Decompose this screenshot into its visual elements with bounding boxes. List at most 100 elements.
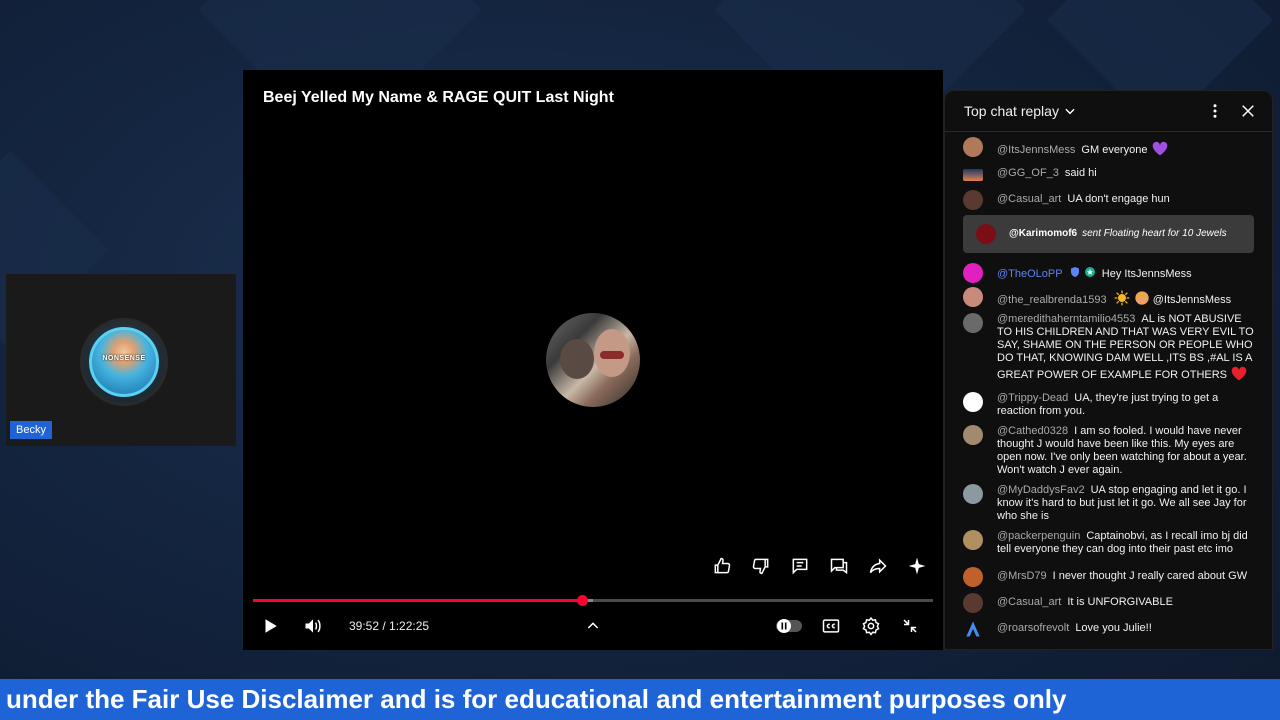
avatar[interactable] — [963, 313, 983, 333]
captions-icon[interactable] — [820, 612, 842, 640]
chat-text: I never thought J really cared about GW — [1052, 570, 1248, 582]
chat-text: said hi — [1064, 167, 1097, 179]
avatar[interactable] — [963, 137, 983, 157]
face-emoji-icon — [1134, 290, 1150, 310]
video-artwork — [546, 313, 640, 407]
chat-message: @roarsofrevolt Love you Julie!! — [963, 619, 1254, 639]
gift-text: @Karimomof6 sent Floating heart for 10 Je… — [1009, 228, 1227, 239]
chat-text: Love you Julie!! — [1075, 622, 1152, 634]
floating-heart-icon — [976, 224, 996, 244]
chat-message: @Casual_art UA don't engage hun — [963, 190, 1254, 210]
current-time: 39:52 — [349, 619, 380, 633]
exit-fullscreen-icon[interactable] — [899, 612, 921, 640]
disclaimer-banner: under the Fair Use Disclaimer and is for… — [0, 679, 1280, 720]
avatar[interactable] — [963, 567, 983, 587]
chat-message: @GG_OF_3 said hi — [963, 165, 1254, 181]
chat-message: @packerpenguin Captainobvi, as I recall i… — [963, 530, 1254, 556]
avatar-logo-text: NONSENSE — [102, 355, 146, 362]
chat-author[interactable]: @TheOLoPP — [997, 268, 1063, 280]
progress-scrubber[interactable] — [577, 595, 589, 606]
chat-author[interactable]: @packerpenguin — [997, 530, 1080, 542]
settings-icon[interactable] — [860, 612, 882, 640]
gift-message: @Karimomof6 sent Floating heart for 10 Je… — [963, 215, 1254, 253]
progress-bar[interactable] — [253, 595, 933, 606]
autoplay-toggle[interactable] — [776, 612, 804, 640]
duration: 1:22:25 — [389, 619, 430, 633]
avatar[interactable] — [963, 287, 983, 307]
chat-author[interactable]: @the_realbrenda1593 — [997, 294, 1107, 306]
avatar[interactable] — [963, 169, 983, 181]
chat-author[interactable]: @Trippy-Dead — [997, 392, 1068, 404]
video-title[interactable]: Beej Yelled My Name & RAGE QUIT Last Nig… — [263, 89, 614, 107]
avatar[interactable] — [963, 593, 983, 613]
chat-message: @Cathed0328 I am so fooled. I would have … — [963, 425, 1254, 477]
gift-description: sent Floating heart for 10 Jewels — [1082, 228, 1227, 239]
player-controls: 39:52 / 1:22:25 — [243, 612, 943, 642]
more-vert-icon[interactable] — [1206, 102, 1224, 125]
chat-author[interactable]: @MyDaddysFav2 — [997, 484, 1085, 496]
chat-text: It is UNFORGIVABLE — [1067, 596, 1173, 608]
video-player[interactable]: Beej Yelled My Name & RAGE QUIT Last Nig… — [243, 70, 943, 650]
close-icon[interactable] — [1239, 102, 1257, 125]
video-action-row — [712, 556, 927, 576]
chat-message: @MrsD79 I never thought J really cared ab… — [963, 567, 1254, 587]
chat-mode-dropdown[interactable]: Top chat replay — [964, 103, 1077, 119]
webcam-panel: NONSENSE Becky — [6, 274, 236, 446]
chat-message: @TheOLoPP Hey ItsJennsMess — [963, 263, 1254, 283]
chat-text: Hey ItsJennsMess — [1101, 267, 1192, 280]
chat-text: UA don't engage hun — [1067, 193, 1170, 205]
avatar[interactable] — [963, 425, 983, 445]
chat-author[interactable]: @meredithaherntamilio4553 — [997, 313, 1135, 325]
red-heart-icon — [1230, 365, 1248, 385]
chat-message: @ItsJennsMess GM everyone — [963, 137, 1254, 160]
sun-face-icon — [1113, 290, 1131, 310]
dislike-icon[interactable] — [751, 556, 771, 576]
chat-author[interactable]: @roarsofrevolt — [997, 622, 1069, 634]
sunglasses — [600, 351, 624, 359]
avatar[interactable] — [963, 263, 983, 283]
share-icon[interactable] — [868, 556, 888, 576]
gift-author[interactable]: @Karimomof6 — [1009, 228, 1077, 239]
play-icon[interactable] — [259, 612, 281, 640]
chat-message: @MyDaddysFav2 UA stop engaging and let it… — [963, 484, 1254, 523]
volume-icon[interactable] — [301, 612, 325, 640]
live-chat-panel: Top chat replay @ItsJennsMess GM everyone… — [944, 90, 1273, 650]
avatar[interactable] — [963, 619, 983, 639]
chat-author[interactable]: @Casual_art — [997, 596, 1061, 608]
comment-icon[interactable] — [790, 556, 810, 576]
like-icon[interactable] — [712, 556, 732, 576]
moderator-badge-icon — [1069, 266, 1081, 282]
chat-header: Top chat replay — [945, 91, 1272, 132]
chat-message-list[interactable]: @ItsJennsMess GM everyone @GG_OF_3 said hi… — [945, 133, 1272, 649]
webcam-name-tag: Becky — [10, 421, 52, 439]
chat-author[interactable]: @MrsD79 — [997, 570, 1047, 582]
chat-message: @the_realbrenda1593 @ItsJennsMess — [963, 287, 1254, 310]
chat-author[interactable]: @ItsJennsMess — [997, 144, 1075, 156]
disclaimer-text: under the Fair Use Disclaimer and is for… — [6, 684, 1067, 714]
time-separator: / — [379, 619, 390, 633]
avatar[interactable] — [963, 190, 983, 210]
chat-message: @Casual_art It is UNFORGIVABLE — [963, 593, 1254, 613]
avatar[interactable] — [963, 392, 983, 412]
webcam-avatar: NONSENSE — [80, 318, 168, 406]
chat-message: @Trippy-Dead UA, they're just trying to g… — [963, 392, 1254, 418]
avatar[interactable] — [963, 484, 983, 504]
progress-played — [253, 599, 583, 602]
chat-author[interactable]: @GG_OF_3 — [997, 167, 1059, 179]
chevron-down-icon — [1065, 108, 1075, 115]
chat-text: GM everyone — [1081, 143, 1148, 156]
chat-text: @ItsJennsMess — [1152, 293, 1232, 306]
person-figure — [560, 339, 594, 379]
chat-author[interactable]: @Casual_art — [997, 193, 1061, 205]
purple-heart-icon — [1151, 140, 1169, 160]
chat-message: @meredithaherntamilio4553 AL is NOT ABUSI… — [963, 313, 1254, 385]
chat-mode-label: Top chat replay — [964, 103, 1059, 119]
chat-author[interactable]: @Cathed0328 — [997, 425, 1068, 437]
sparkle-icon[interactable] — [907, 556, 927, 576]
time-display: 39:52 / 1:22:25 — [349, 619, 429, 633]
chevron-up-icon[interactable] — [583, 612, 603, 640]
avatar-image — [89, 327, 159, 397]
member-badge-icon — [1084, 266, 1096, 282]
chat-bubble-icon[interactable] — [829, 556, 849, 576]
avatar[interactable] — [963, 530, 983, 550]
